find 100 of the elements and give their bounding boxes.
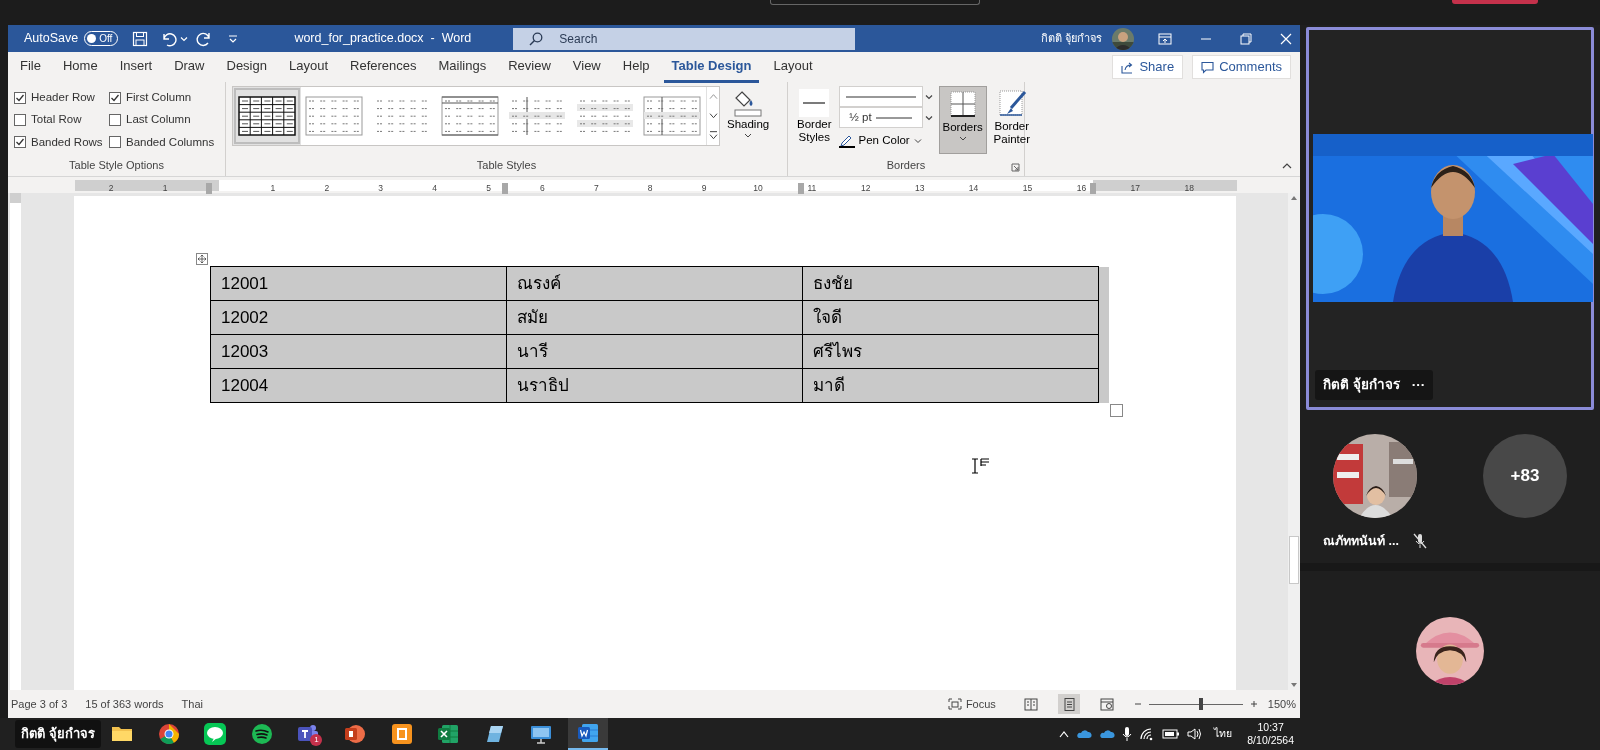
- ruler-number: 5: [486, 182, 491, 194]
- focus-button[interactable]: Focus: [941, 694, 1002, 714]
- table-style-thumbnail[interactable]: [233, 87, 301, 145]
- presentation-app-icon: [342, 722, 367, 746]
- word-count: 15 of 363 words: [85, 696, 164, 712]
- restore-icon[interactable]: [1240, 32, 1253, 45]
- column-marker[interactable]: [502, 183, 508, 194]
- line-style-dropdown[interactable]: [838, 86, 923, 107]
- border-painter-button[interactable]: Border Painter: [990, 86, 1033, 154]
- ribbon-tab[interactable]: Help: [614, 51, 658, 83]
- table-cell: 12001: [210, 266, 507, 301]
- ribbon-tab[interactable]: Layout: [765, 51, 821, 83]
- scroll-thumb[interactable]: [1289, 536, 1299, 584]
- checkbox-label: Banded Rows: [31, 134, 103, 150]
- slider-thumb[interactable]: [1198, 698, 1203, 710]
- column-marker[interactable]: [206, 183, 212, 194]
- ribbon-tab[interactable]: Table Design: [663, 51, 760, 83]
- search-field[interactable]: Search: [513, 27, 856, 50]
- checkbox[interactable]: [109, 113, 121, 126]
- ribbon-tab[interactable]: References: [342, 51, 425, 83]
- frame-app-icon: [389, 722, 414, 746]
- ribbon-tab[interactable]: Home: [54, 51, 106, 83]
- speaker-icon[interactable]: [1187, 727, 1204, 741]
- table-cell: มาดี: [802, 368, 1099, 403]
- ruler-number: 3: [378, 182, 384, 194]
- border-styles-button[interactable]: Border Styles: [794, 86, 835, 154]
- microphone-icon[interactable]: [1122, 726, 1133, 742]
- zoom-level[interactable]: 150%: [1267, 695, 1296, 713]
- borders-button[interactable]: Borders: [938, 86, 987, 154]
- save-icon[interactable]: [132, 30, 149, 47]
- battery-icon[interactable]: [1162, 728, 1181, 740]
- ribbon-tab[interactable]: Design: [218, 51, 275, 83]
- checkbox[interactable]: [14, 91, 26, 104]
- clock-time[interactable]: 10:37: [1257, 720, 1284, 734]
- shading-button[interactable]: Shading: [724, 86, 773, 146]
- zoom-in-icon[interactable]: [1249, 700, 1258, 708]
- ribbon-tab[interactable]: View: [564, 51, 609, 83]
- caret-up-icon[interactable]: [1059, 730, 1070, 738]
- checkbox[interactable]: [14, 113, 26, 126]
- ruler-number: 2: [108, 182, 114, 194]
- ruler-number: 6: [540, 182, 545, 194]
- caret-icon: [744, 131, 753, 140]
- checkbox[interactable]: [109, 91, 121, 104]
- caret-icon: [958, 134, 967, 143]
- share-icon: [1121, 60, 1135, 74]
- undo-icon[interactable]: [160, 30, 179, 47]
- cloud-icon[interactable]: [1099, 729, 1116, 739]
- document-app-icon: [575, 721, 600, 745]
- ruler-number: 12: [861, 182, 871, 194]
- browser-icon: [156, 722, 181, 746]
- ribbon-tab[interactable]: File: [12, 51, 49, 83]
- input-language[interactable]: ไทย: [1214, 726, 1233, 742]
- ruler-number: 7: [593, 182, 599, 194]
- line-weight-dropdown[interactable]: ½ pt: [838, 107, 923, 128]
- table-cell: 12002: [210, 300, 507, 335]
- clock-date[interactable]: 8/10/2564: [1247, 734, 1294, 748]
- ribbon-tab[interactable]: Mailings: [430, 51, 495, 83]
- row-end-mark: [1098, 368, 1109, 403]
- resize-handle[interactable]: [1109, 404, 1123, 417]
- checkbox-label: Last Column: [126, 112, 191, 128]
- cloud-icon[interactable]: [1076, 729, 1093, 739]
- taskbar-button[interactable]: [567, 718, 608, 750]
- text-cursor-icon: [970, 458, 990, 474]
- focus-icon: [947, 698, 962, 710]
- collapse-ribbon-icon[interactable]: [1282, 162, 1292, 170]
- ruler-number: 16: [1076, 182, 1087, 194]
- column-marker[interactable]: [1090, 183, 1096, 194]
- table-cell: ศรีไพร: [802, 334, 1099, 369]
- print-layout-icon: [1061, 697, 1076, 711]
- comments-button[interactable]: Comments: [1192, 55, 1291, 79]
- share-button[interactable]: Share: [1112, 55, 1184, 79]
- view-mode-button[interactable]: [1057, 694, 1080, 714]
- ribbon-tab[interactable]: Insert: [111, 51, 161, 83]
- pen-color-button[interactable]: Pen Color: [838, 132, 935, 150]
- customize-icon[interactable]: [228, 33, 239, 44]
- checkbox[interactable]: [109, 136, 121, 149]
- checkbox-label: Banded Columns: [126, 134, 215, 150]
- ribbon-tab[interactable]: Layout: [280, 51, 336, 83]
- column-marker[interactable]: [798, 183, 804, 194]
- move-handle-icon[interactable]: [196, 253, 208, 265]
- search-icon: [529, 31, 544, 46]
- ribbon-tab[interactable]: Review: [500, 51, 559, 83]
- table-cell: 12003: [210, 334, 507, 369]
- ruler-number: 1: [162, 182, 168, 194]
- caret-icon[interactable]: [924, 93, 933, 100]
- more-options-button[interactable]: ···: [1411, 375, 1426, 396]
- dialog-launcher-icon[interactable]: [1011, 163, 1020, 172]
- participant-name: ณภัททนันท์ ...: [1323, 533, 1399, 550]
- ribbon-display-icon[interactable]: [1158, 32, 1173, 45]
- close-icon[interactable]: [1280, 32, 1293, 45]
- web-layout-icon: [1099, 697, 1114, 711]
- name-tooltip: กิตติ จุ้ยกำจร: [15, 720, 101, 748]
- taskbar-button[interactable]: 1: [288, 718, 329, 750]
- caret-icon[interactable]: [924, 114, 933, 121]
- more-participants-button[interactable]: +83: [1483, 434, 1567, 518]
- checkbox[interactable]: [14, 136, 26, 149]
- ruler-number: 8: [647, 182, 653, 194]
- comment-icon: [1201, 60, 1215, 74]
- autosave-label: AutoSave: [24, 30, 79, 48]
- ribbon-tab[interactable]: Draw: [166, 51, 213, 83]
